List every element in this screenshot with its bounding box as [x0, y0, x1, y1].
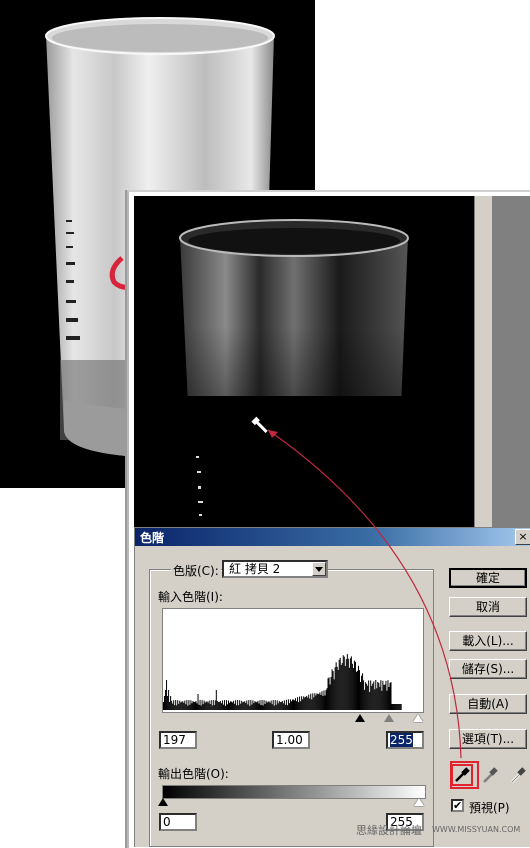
auto-button[interactable]: 自動(A)	[449, 694, 527, 714]
black-eyedropper-icon[interactable]	[451, 764, 473, 786]
channel-label: 色版(C):	[171, 562, 221, 579]
save-button[interactable]: 儲存(S)...	[449, 659, 527, 679]
load-button[interactable]: 載入(L)...	[449, 631, 527, 651]
canvas-gray-area	[492, 196, 530, 531]
white-eyedropper-icon[interactable]	[507, 764, 529, 786]
histogram	[162, 608, 424, 713]
preview-checkbox[interactable]: ✔	[451, 799, 464, 812]
input-gamma-slider[interactable]	[384, 714, 394, 722]
cancel-button[interactable]: 取消	[449, 597, 527, 617]
watermark-url: WWW.MISSYUAN.COM	[432, 825, 521, 834]
input-slider-track[interactable]	[162, 711, 424, 725]
eyedropper-group	[451, 764, 530, 786]
output-black-slider[interactable]	[158, 798, 168, 806]
threshold-preview-canvas[interactable]	[134, 196, 474, 531]
input-white-slider[interactable]	[413, 714, 423, 722]
channel-value: 紅 拷貝 2	[229, 562, 281, 576]
dialog-title: 色階	[140, 531, 165, 545]
output-black-field[interactable]: 0	[159, 813, 197, 831]
channel-select[interactable]: 紅 拷貝 2	[222, 560, 328, 578]
output-white-slider[interactable]	[414, 798, 424, 806]
input-black-field[interactable]: 197	[159, 731, 197, 749]
levels-dialog: 色階 × 色版(C): 紅 拷貝 2 輸入色階(I): 197 1.00 255…	[134, 527, 530, 847]
gray-eyedropper-icon[interactable]	[479, 764, 501, 786]
close-button[interactable]: ×	[515, 529, 530, 545]
input-white-value: 255	[390, 733, 413, 747]
options-button[interactable]: 選項(T)...	[449, 729, 527, 749]
input-levels-label: 輸入色階(I):	[158, 590, 223, 604]
chevron-down-icon[interactable]	[312, 562, 326, 576]
output-slider-track[interactable]	[158, 797, 424, 807]
input-gamma-field[interactable]: 1.00	[272, 731, 310, 749]
output-levels-label: 輸出色階(O):	[158, 767, 229, 781]
vertical-scrollbar[interactable]	[474, 196, 493, 531]
dialog-titlebar[interactable]: 色階 ×	[135, 528, 530, 546]
input-white-field[interactable]: 255	[386, 731, 424, 749]
ok-button[interactable]: 確定	[449, 568, 527, 588]
watermark-text: 思緣設計論壇	[356, 824, 422, 837]
preview-label: 預視(P)	[469, 801, 510, 815]
input-black-slider[interactable]	[355, 714, 365, 722]
